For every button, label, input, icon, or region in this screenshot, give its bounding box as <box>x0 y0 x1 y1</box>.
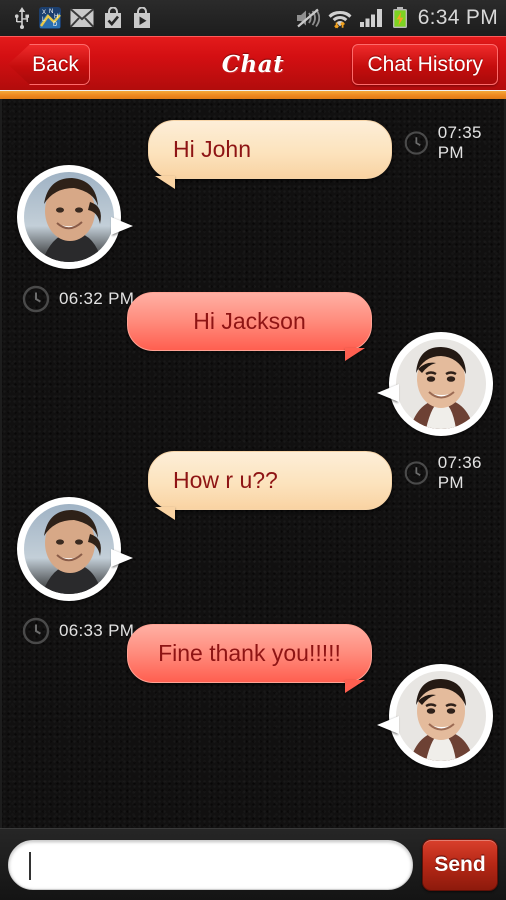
status-bar-right-icons: 6:34 PM <box>296 6 498 30</box>
message-time: 07:36 PM <box>437 453 482 492</box>
message-row[interactable]: Hi Jackson <box>127 292 372 351</box>
app-header: Back Chat Chat History <box>0 36 506 90</box>
avatar-tail <box>377 716 399 734</box>
avatar-photo <box>24 172 114 262</box>
message-composer: Send <box>0 828 506 900</box>
svg-text:X: X <box>42 10 46 16</box>
message-time: 06:33 PM <box>59 621 135 640</box>
avatar[interactable] <box>377 332 493 436</box>
send-button[interactable]: Send <box>422 838 498 891</box>
message-timestamp-group: 07:36 PM <box>404 453 504 493</box>
chat-history-button[interactable]: Chat History <box>352 44 498 85</box>
avatar[interactable] <box>17 497 133 601</box>
app-notification-icon: X N H L D <box>39 7 61 29</box>
message-text: Hi Jackson <box>193 308 306 334</box>
message-text: How r u?? <box>173 467 278 493</box>
mute-icon <box>296 8 320 28</box>
avatar-photo <box>396 339 486 429</box>
status-bar: X N H L D 6:34 PM <box>0 0 506 36</box>
message-bubble[interactable]: Hi Jackson <box>127 292 372 351</box>
mail-icon <box>70 8 94 28</box>
message-bubble[interactable]: Fine thank you!!!!! <box>127 624 372 683</box>
clock-icon <box>22 617 50 645</box>
svg-text:H: H <box>54 14 58 20</box>
clock-icon <box>404 461 428 485</box>
message-bubble[interactable]: Hi John <box>148 120 392 179</box>
message-time: 06:32 PM <box>59 289 135 308</box>
message-time: 07:35 PM <box>437 123 482 162</box>
status-bar-clock: 6:34 PM <box>417 6 498 29</box>
app-installed-icon <box>105 7 121 28</box>
message-row[interactable]: Hi John <box>148 120 392 179</box>
avatar-photo <box>24 504 114 594</box>
avatar[interactable] <box>17 165 133 269</box>
status-bar-left-icons: X N H L D <box>14 7 152 29</box>
clock-icon <box>22 285 50 313</box>
message-bubble[interactable]: How r u?? <box>148 451 392 510</box>
message-text: Hi John <box>173 136 251 162</box>
chat-app-screen: X N H L D 6:34 PM Back Chat Chat History… <box>0 0 506 900</box>
usb-icon <box>14 7 29 29</box>
message-thread[interactable]: Hi John 07:35 PM 06:32 PM Hi Jackson How… <box>0 99 506 828</box>
play-store-icon <box>134 7 150 28</box>
message-row[interactable]: Fine thank you!!!!! <box>127 624 372 683</box>
avatar-photo <box>396 671 486 761</box>
avatar-tail <box>111 549 133 567</box>
svg-text:D: D <box>53 22 58 28</box>
text-caret <box>29 851 31 880</box>
signal-icon <box>359 9 382 27</box>
wifi-icon <box>328 10 352 28</box>
clock-icon <box>404 131 428 155</box>
message-row[interactable]: How r u?? <box>148 451 392 510</box>
avatar-tail <box>377 384 399 402</box>
svg-text:N: N <box>49 9 53 15</box>
message-input[interactable] <box>8 839 413 890</box>
send-button-label: Send <box>434 852 486 876</box>
battery-charging-icon <box>392 7 407 28</box>
chat-history-button-label: Chat History <box>367 52 483 76</box>
back-button[interactable]: Back <box>8 44 90 85</box>
message-timestamp-group: 07:35 PM <box>404 123 504 163</box>
message-timestamp-group: 06:32 PM <box>22 285 134 313</box>
avatar-tail <box>111 217 133 235</box>
back-button-label: Back <box>32 52 79 76</box>
message-text: Fine thank you!!!!! <box>158 640 341 666</box>
message-timestamp-group: 06:33 PM <box>22 617 134 645</box>
header-accent-strip <box>0 90 506 99</box>
avatar[interactable] <box>377 664 493 768</box>
